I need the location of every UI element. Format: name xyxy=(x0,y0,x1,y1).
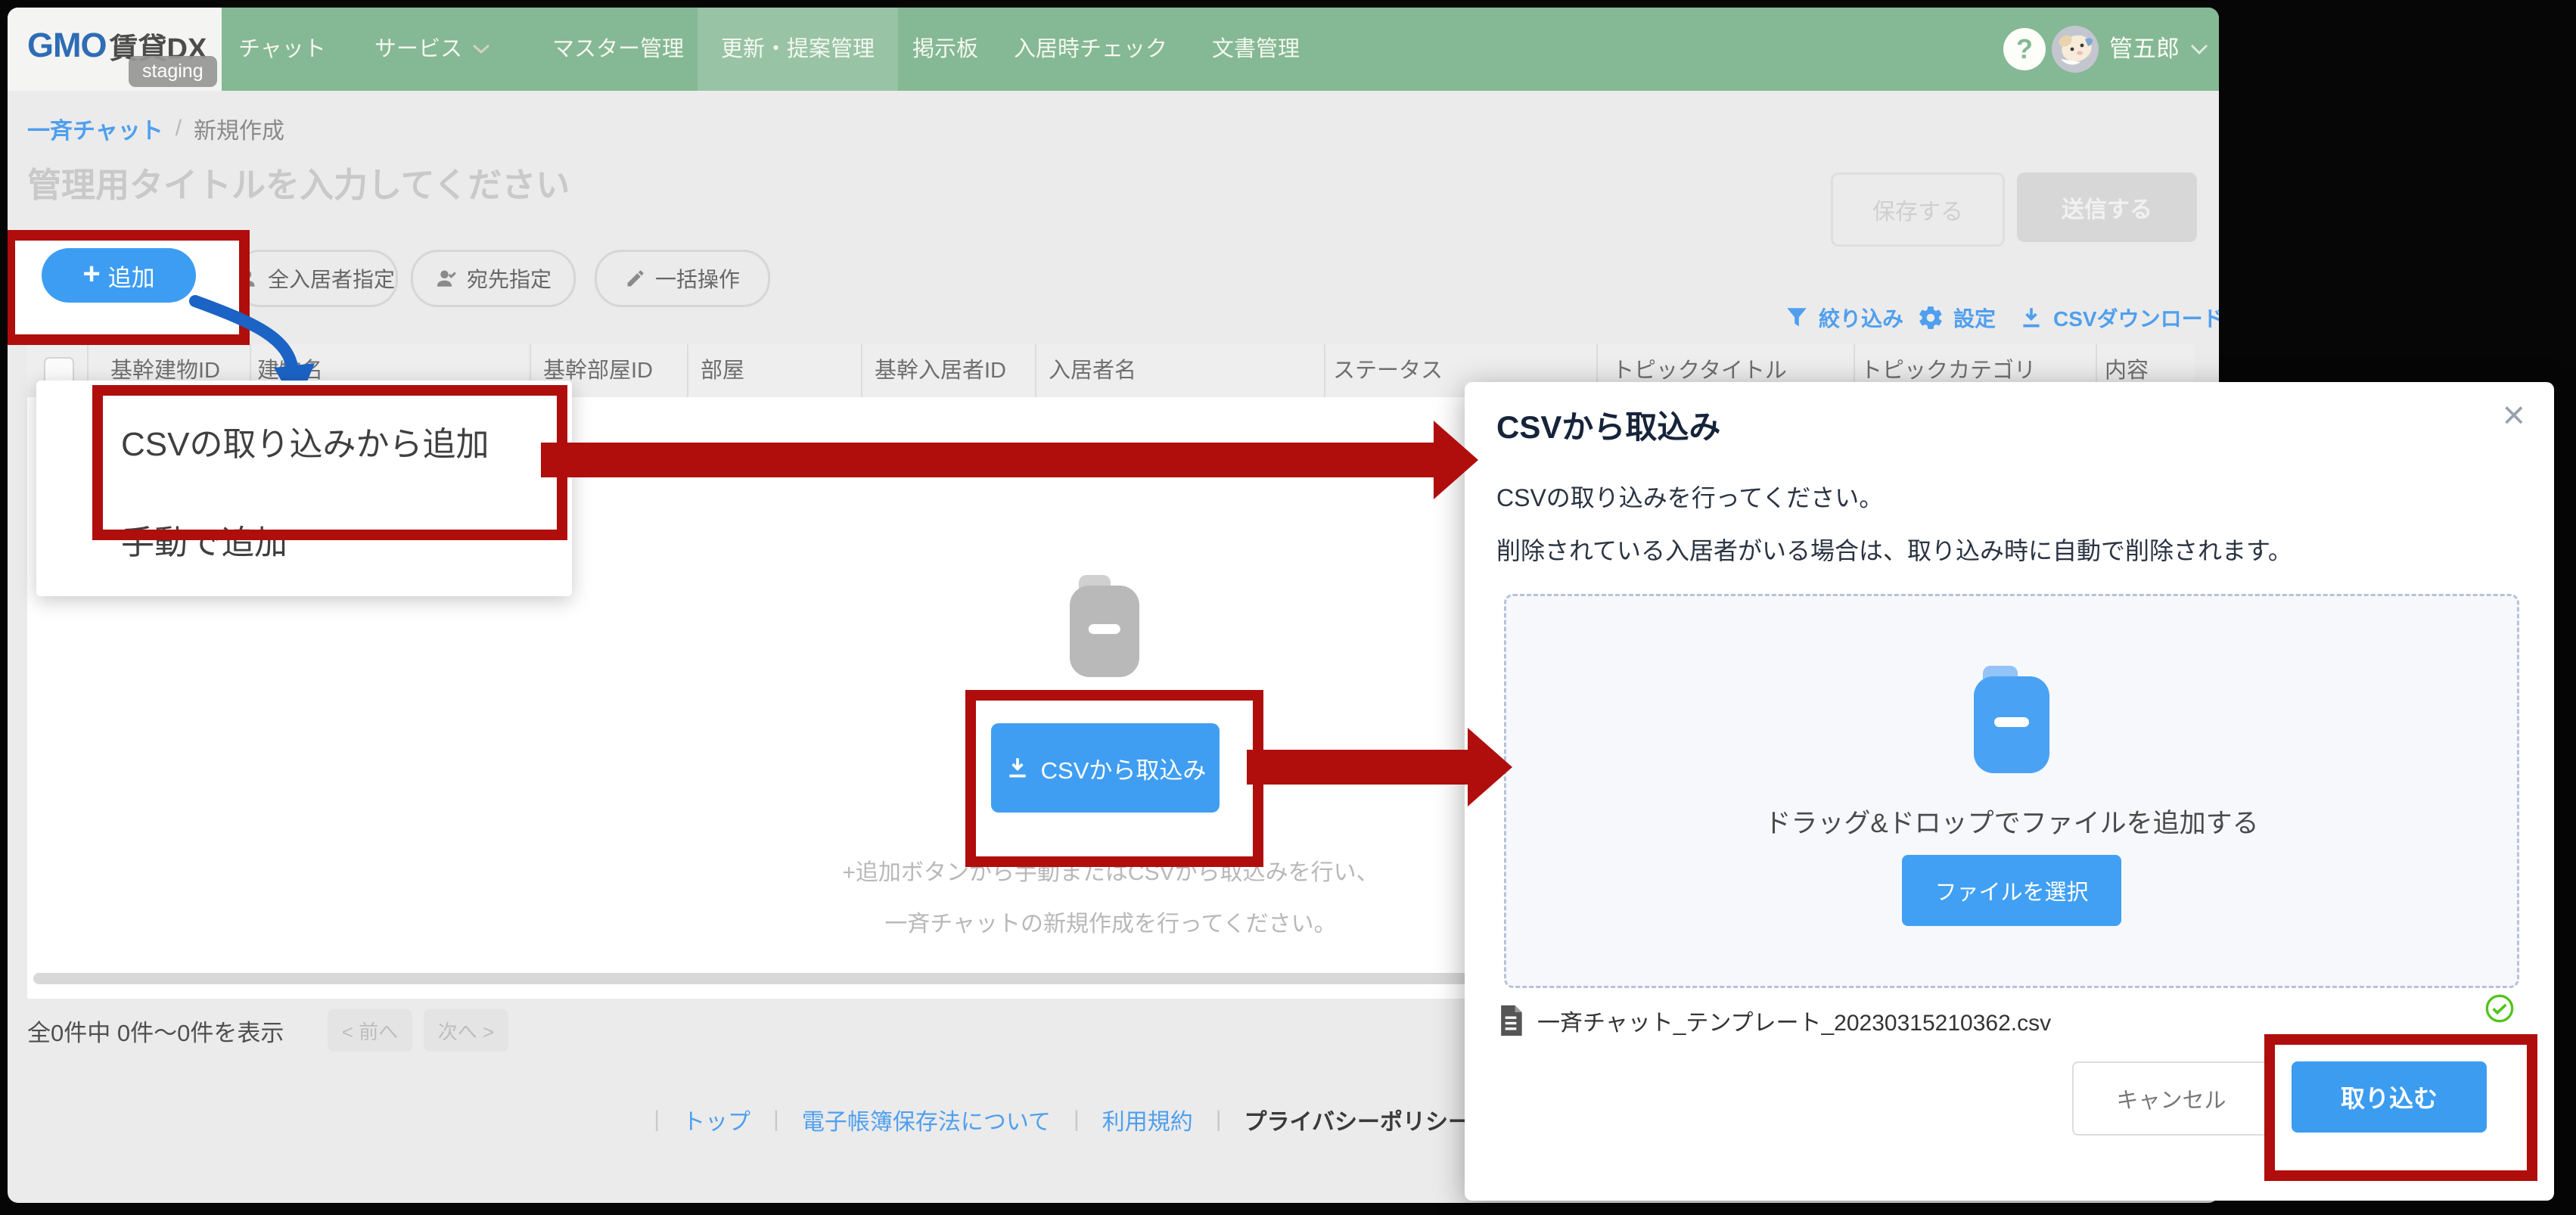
chevron-down-icon xyxy=(2189,42,2210,57)
col-header-room: 部屋 xyxy=(701,344,744,397)
recipients-button[interactable]: 宛先指定 xyxy=(411,250,576,307)
person-check-icon xyxy=(435,267,458,290)
nav-item-movein-check[interactable]: 入居時チェック xyxy=(1014,8,1167,91)
file-dropzone[interactable]: ドラッグ&ドロップでファイルを追加する ファイルを選択 xyxy=(1504,594,2519,988)
filter-button[interactable]: 絞り込み xyxy=(1784,299,1903,337)
add-label: 追加 xyxy=(108,259,155,293)
settings-button[interactable]: 設定 xyxy=(1917,299,1996,337)
breadcrumb: 一斉チャット / 新規作成 xyxy=(27,112,284,145)
settings-label: 設定 xyxy=(1953,303,1996,333)
footer-link-terms[interactable]: 利用規約 xyxy=(1102,1103,1193,1136)
close-icon[interactable]: × xyxy=(2503,396,2525,435)
column-separator xyxy=(1324,344,1325,397)
breadcrumb-current: 新規作成 xyxy=(194,112,284,145)
funnel-icon xyxy=(1784,305,1810,331)
csv-download-label: CSVダウンロード xyxy=(2053,303,2219,333)
column-separator xyxy=(861,344,862,397)
staging-badge: staging xyxy=(129,56,217,87)
download-icon xyxy=(2018,305,2044,331)
gear-icon xyxy=(1917,304,1944,331)
chevron-down-icon xyxy=(471,42,491,56)
bulk-actions-label: 一括操作 xyxy=(655,263,740,294)
csv-download-button[interactable]: CSVダウンロード xyxy=(2018,299,2219,337)
footer-link-top[interactable]: トップ xyxy=(682,1103,750,1136)
nav-item-chat[interactable]: チャット xyxy=(238,8,326,91)
modal-description-1: CSVの取り込みを行ってください。 xyxy=(1496,479,1883,514)
admin-title-input[interactable]: 管理用タイトルを入力してください xyxy=(27,157,570,207)
send-button[interactable]: 送信する xyxy=(2017,172,2197,242)
column-separator xyxy=(687,344,688,397)
file-name-label: 一斉チャット_テンプレート_20230315210362.csv xyxy=(1537,1004,2051,1037)
dropzone-text: ドラッグ&ドロップでファイルを追加する xyxy=(1506,802,2517,841)
footer-separator: | xyxy=(1216,1107,1222,1133)
footer-separator: | xyxy=(654,1107,660,1133)
pencil-icon xyxy=(625,268,646,289)
footer-link-privacy[interactable]: プライバシーポリシー xyxy=(1244,1103,1471,1136)
help-icon[interactable]: ? xyxy=(2003,28,2046,70)
breadcrumb-separator: / xyxy=(176,116,182,141)
csv-import-button[interactable]: CSVから取込み xyxy=(991,723,1220,813)
recipients-label: 宛先指定 xyxy=(467,263,552,294)
top-navbar: GMO 賃貸DX staging チャット サービス マスター管理 更新・提案管… xyxy=(8,8,2219,91)
select-file-button[interactable]: ファイルを選択 xyxy=(1902,855,2121,926)
screenshot-canvas: GMO 賃貸DX staging チャット サービス マスター管理 更新・提案管… xyxy=(0,0,2576,1215)
footer-separator: | xyxy=(1074,1107,1080,1133)
pagination-prev-button[interactable]: < 前へ xyxy=(328,1009,412,1052)
footer-link-denshi[interactable]: 電子帳簿保存法について xyxy=(802,1103,1051,1136)
col-header-status: ステータス xyxy=(1333,344,1443,397)
col-header-resident-id: 基幹入居者ID xyxy=(875,344,1006,397)
column-separator xyxy=(1035,344,1036,397)
user-name-label: 管五郎 xyxy=(2109,8,2180,91)
filter-label: 絞り込み xyxy=(1819,303,1903,333)
cancel-button[interactable]: キャンセル xyxy=(2072,1061,2270,1136)
file-document-icon xyxy=(1496,1004,1525,1037)
user-avatar[interactable] xyxy=(2052,26,2099,73)
nav-item-documents[interactable]: 文書管理 xyxy=(1212,8,1300,91)
check-circle-icon xyxy=(2484,993,2515,1024)
nav-item-service[interactable]: サービス xyxy=(374,8,491,91)
annotation-box-dropdown-csv xyxy=(92,385,567,540)
nav-item-renewal-active[interactable]: 更新・提案管理 xyxy=(698,8,898,91)
all-residents-button[interactable]: 全入居者指定 xyxy=(233,250,398,307)
nav-item-service-label: サービス xyxy=(374,8,462,91)
nav-item-master[interactable]: マスター管理 xyxy=(552,8,684,91)
folder-icon-gray xyxy=(1070,575,1139,677)
folder-icon-blue xyxy=(1974,666,2049,773)
bulk-actions-button[interactable]: 一括操作 xyxy=(595,250,770,307)
uploaded-file-row: 一斉チャット_テンプレート_20230315210362.csv xyxy=(1496,1004,2051,1037)
save-button[interactable]: 保存する xyxy=(1831,172,2005,247)
col-header-resident-name: 入居者名 xyxy=(1049,344,1136,397)
modal-description-2: 削除されている入居者がいる場合は、取り込み時に自動で削除されます。 xyxy=(1496,532,2292,567)
add-button[interactable]: + 追加 xyxy=(42,248,196,303)
pagination-next-button[interactable]: 次へ > xyxy=(424,1009,508,1052)
nav-item-board[interactable]: 掲示板 xyxy=(912,8,978,91)
user-menu[interactable]: 管五郎 xyxy=(2109,8,2210,91)
all-residents-label: 全入居者指定 xyxy=(268,263,395,294)
breadcrumb-parent-link[interactable]: 一斉チャット xyxy=(27,112,163,145)
modal-title: CSVから取込み xyxy=(1496,402,1720,448)
csv-import-label: CSVから取込み xyxy=(1041,751,1207,785)
footer-separator: | xyxy=(773,1107,779,1133)
annotation-box-import-confirm xyxy=(2264,1034,2537,1181)
pagination-summary: 全0件中 0件〜0件を表示 xyxy=(27,1014,284,1048)
logo-gmo: GMO xyxy=(27,26,107,65)
import-icon xyxy=(1005,755,1030,781)
